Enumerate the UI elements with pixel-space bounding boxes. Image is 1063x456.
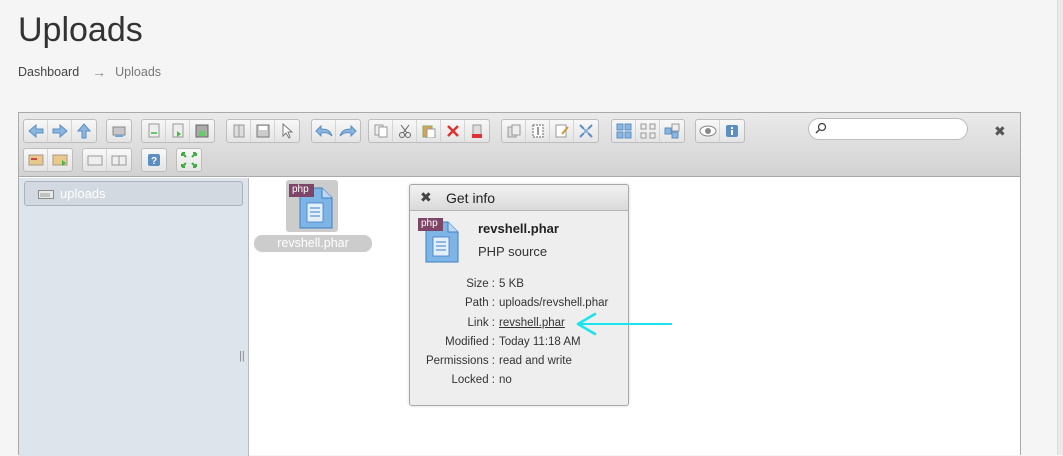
info-row-modified: Modified : Today 11:18 AM — [410, 336, 630, 352]
duplicate-icon[interactable] — [502, 120, 526, 142]
breadcrumb: Dashboard → Uploads — [18, 64, 161, 80]
info-row-locked: Locked : no — [410, 374, 630, 390]
folder-tree: uploads || — [19, 178, 249, 456]
archive-icon[interactable] — [48, 149, 72, 171]
file-name: revshell.phar — [254, 235, 372, 252]
toolbar-group-edit — [368, 119, 490, 143]
view-grid-icon[interactable] — [636, 120, 660, 142]
rename-icon[interactable] — [526, 120, 550, 142]
dialog-title: Get info — [446, 189, 496, 206]
redo-icon[interactable] — [336, 120, 360, 142]
info-key: Permissions : — [425, 355, 495, 367]
info-kind: PHP source — [478, 244, 548, 259]
info-key: Link : — [467, 317, 496, 329]
file-type-badge: php — [292, 184, 309, 195]
info-key: Path : — [464, 297, 495, 309]
info-row-path: Path : uploads/revshell.phar — [410, 297, 630, 313]
extract-icon[interactable] — [24, 149, 48, 171]
toolbar-group-home — [106, 119, 132, 143]
reload-icon[interactable] — [142, 120, 166, 142]
breadcrumb-current: Uploads — [115, 65, 162, 79]
search-icon — [815, 122, 827, 134]
toolbar-group-help: ? — [141, 148, 167, 172]
breadcrumb-separator: → — [92, 64, 107, 80]
info-value: uploads/revshell.phar — [499, 297, 609, 309]
toolbar-group-view — [611, 119, 685, 143]
info-row-size: Size : 5 KB — [410, 278, 630, 294]
forward-icon[interactable] — [48, 120, 72, 142]
newfile-icon[interactable] — [107, 149, 131, 171]
svg-text:?: ? — [151, 156, 157, 167]
save-doc-icon[interactable] — [251, 120, 275, 142]
file-link[interactable]: revshell.phar — [499, 317, 565, 329]
up-icon[interactable] — [72, 120, 96, 142]
newfolder-icon[interactable] — [83, 149, 107, 171]
save-icon[interactable] — [190, 120, 214, 142]
open-icon[interactable] — [166, 120, 190, 142]
info-filename: revshell.phar — [478, 221, 559, 236]
delete-icon[interactable] — [441, 120, 465, 142]
tree-item-uploads[interactable]: uploads — [24, 181, 243, 206]
toolbar-group-select — [226, 119, 300, 143]
toolbar: ? ✖ — [19, 113, 1020, 177]
split-icon[interactable] — [227, 120, 251, 142]
edit-icon[interactable] — [550, 120, 574, 142]
close-icon[interactable]: ✖ — [420, 189, 434, 206]
info-key: Size : — [466, 278, 495, 290]
search-input[interactable] — [831, 121, 961, 137]
file-type-badge: php — [421, 218, 438, 229]
view-list-icon[interactable] — [660, 120, 684, 142]
annotation-arrow-icon — [576, 312, 672, 336]
toolbar-group-create — [82, 148, 132, 172]
page-scrollbar[interactable] — [1057, 0, 1063, 455]
paste-icon[interactable] — [417, 120, 441, 142]
toolbar-group-archive — [23, 148, 73, 172]
dialog-file-icon: php — [418, 218, 464, 266]
toolbar-group-history — [311, 119, 361, 143]
toolbar-group-modify — [501, 119, 599, 143]
info-value: 5 KB — [499, 278, 524, 290]
tree-item-label: uploads — [60, 186, 106, 201]
resize-icon[interactable] — [574, 120, 598, 142]
trash-icon[interactable] — [465, 120, 489, 142]
breadcrumb-dashboard-link[interactable]: Dashboard — [18, 65, 79, 79]
cut-icon[interactable] — [393, 120, 417, 142]
toolbar-group-fullscreen — [176, 148, 202, 172]
fullscreen-icon[interactable] — [177, 149, 201, 171]
info-icon[interactable] — [720, 120, 744, 142]
get-info-dialog: ✖ Get info php revshell.phar PHP source … — [409, 184, 629, 406]
help-icon[interactable]: ? — [142, 149, 166, 171]
close-icon[interactable]: ✖ — [994, 123, 1006, 140]
toolbar-group-navigation — [23, 119, 97, 143]
page-title: Uploads — [18, 11, 143, 49]
toolbar-group-file — [141, 119, 215, 143]
undo-icon[interactable] — [312, 120, 336, 142]
copy-icon[interactable] — [369, 120, 393, 142]
info-value: read and write — [499, 355, 572, 367]
info-key: Locked : — [451, 374, 495, 386]
info-key: Modified : — [445, 336, 495, 348]
search-box — [808, 118, 968, 140]
back-icon[interactable] — [24, 120, 48, 142]
dialog-header[interactable]: ✖ Get info — [410, 185, 628, 211]
info-value: no — [499, 374, 512, 386]
drive-icon — [38, 189, 54, 199]
toolbar-group-info — [695, 119, 745, 143]
panel-resize-handle[interactable]: || — [239, 350, 245, 362]
file-icon-box: php — [286, 180, 338, 232]
home-icon[interactable] — [107, 120, 131, 142]
file-item[interactable]: php revshell.phar — [254, 180, 372, 254]
select-icon[interactable] — [275, 120, 299, 142]
info-row-permissions: Permissions : read and write — [410, 355, 630, 371]
view-icons-icon[interactable] — [612, 120, 636, 142]
info-value: Today 11:18 AM — [499, 336, 581, 348]
preview-icon[interactable] — [696, 120, 720, 142]
